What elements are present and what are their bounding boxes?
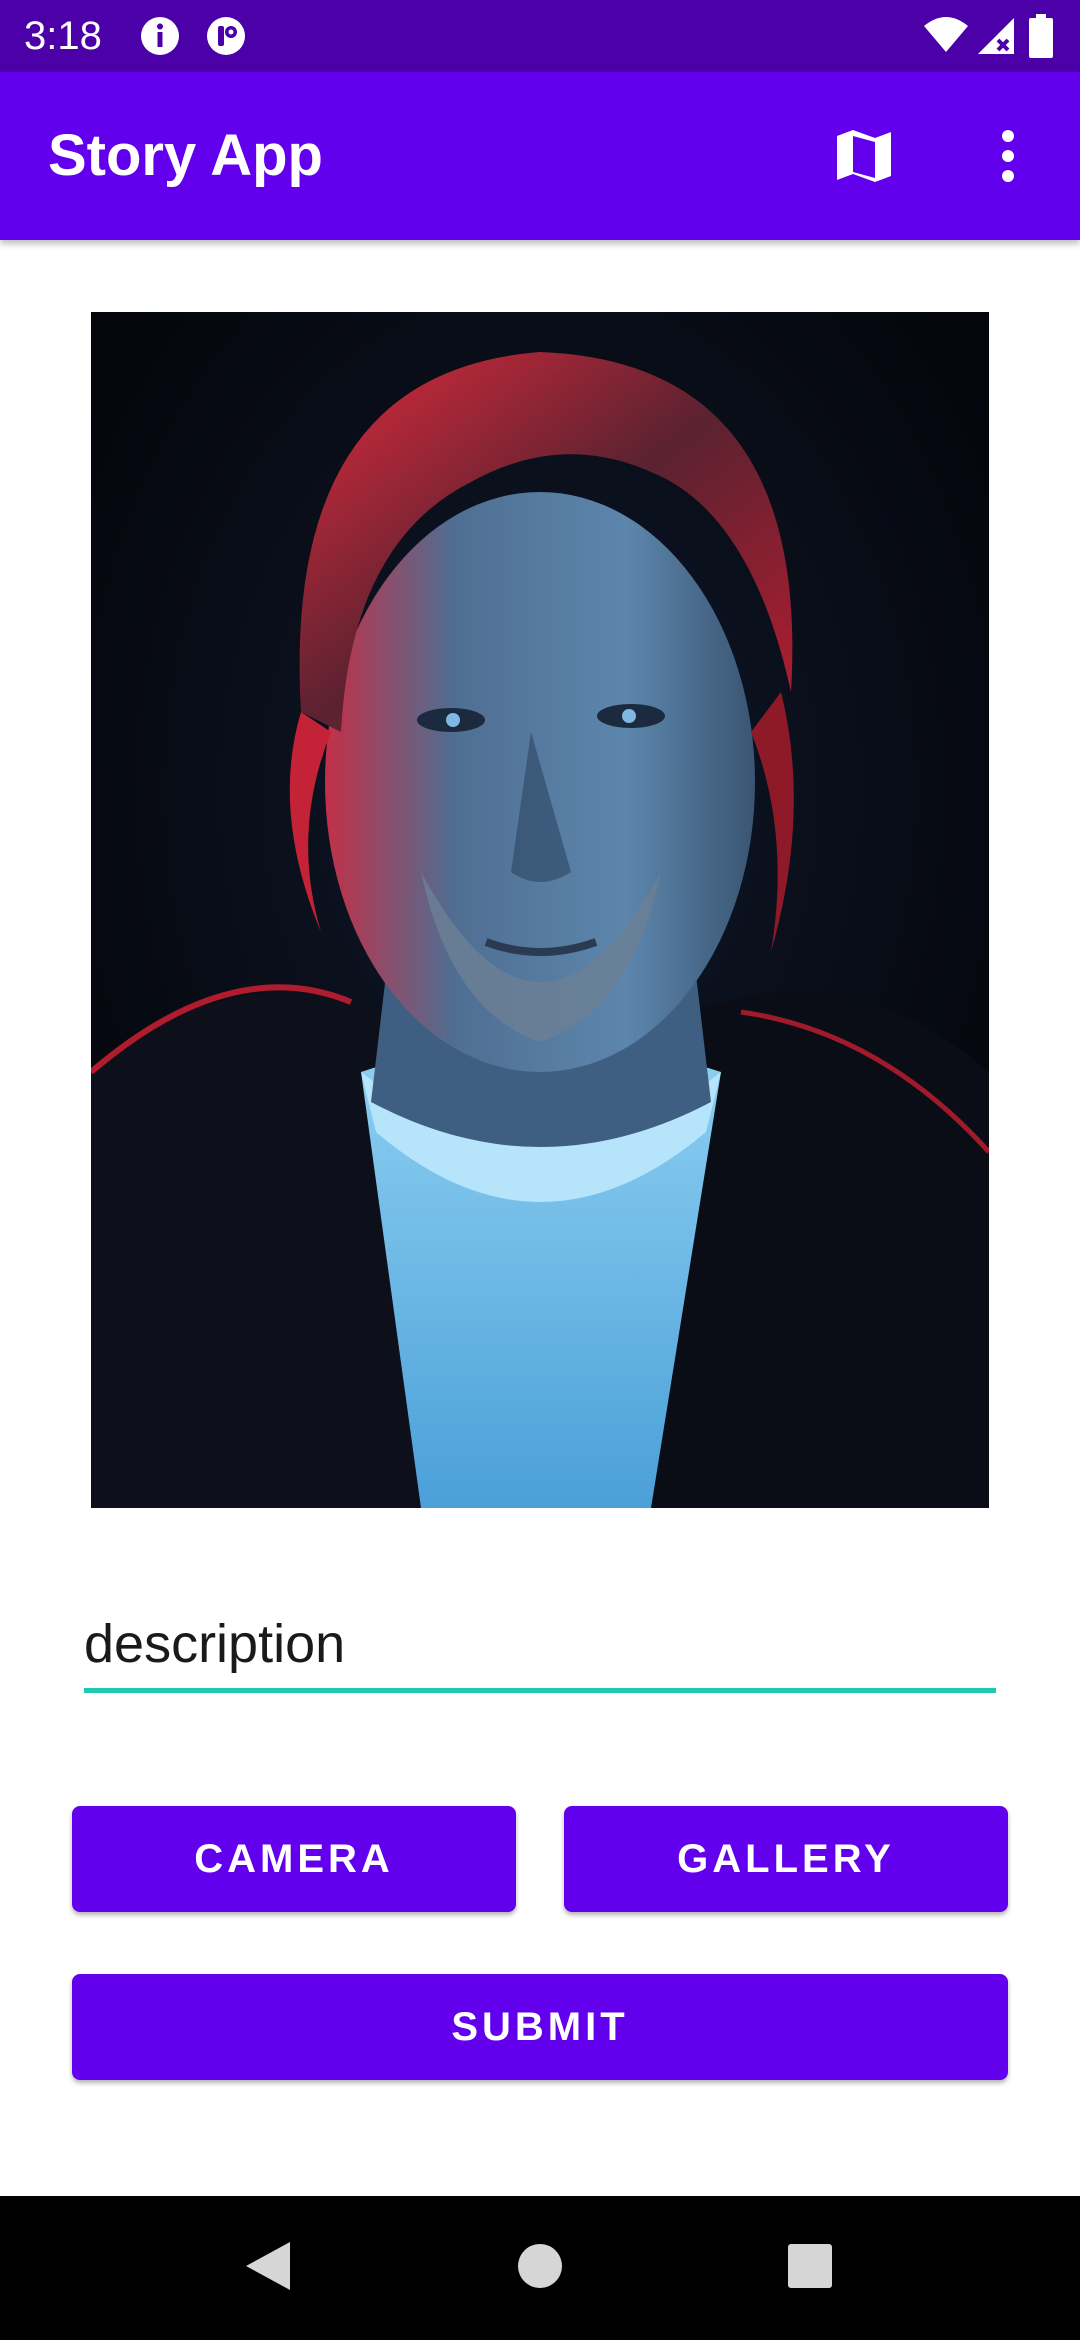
- back-icon: [242, 2238, 294, 2299]
- camera-button[interactable]: CAMERA: [72, 1806, 516, 1912]
- more-vert-icon: [998, 128, 1018, 189]
- app-title: Story App: [48, 123, 323, 188]
- story-photo-preview: [91, 312, 989, 1508]
- battery-icon: [1026, 12, 1056, 60]
- description-input[interactable]: [84, 1600, 996, 1688]
- wifi-icon: [922, 14, 970, 58]
- info-icon: [138, 14, 182, 58]
- nav-home-button[interactable]: [504, 2232, 576, 2304]
- overflow-menu-button[interactable]: [968, 118, 1048, 198]
- gallery-button[interactable]: GALLERY: [564, 1806, 1008, 1912]
- nav-back-button[interactable]: [232, 2232, 304, 2304]
- status-time: 3:18: [24, 14, 102, 58]
- description-field: [84, 1600, 996, 1696]
- home-icon: [516, 2242, 564, 2295]
- app-bar: Story App: [0, 72, 1080, 240]
- status-bar: 3:18: [0, 0, 1080, 72]
- description-underline: [84, 1688, 996, 1693]
- system-nav-bar: [0, 2196, 1080, 2340]
- app-notification-icon: [204, 14, 248, 58]
- map-button[interactable]: [824, 118, 904, 198]
- map-icon: [835, 128, 893, 189]
- cell-signal-no-data-icon: [974, 14, 1016, 58]
- nav-recents-button[interactable]: [774, 2232, 846, 2304]
- recents-icon: [786, 2242, 834, 2295]
- submit-button[interactable]: SUBMIT: [72, 1974, 1008, 2080]
- screen: 3:18 Story App description CAMERA GALLER…: [0, 0, 1080, 2340]
